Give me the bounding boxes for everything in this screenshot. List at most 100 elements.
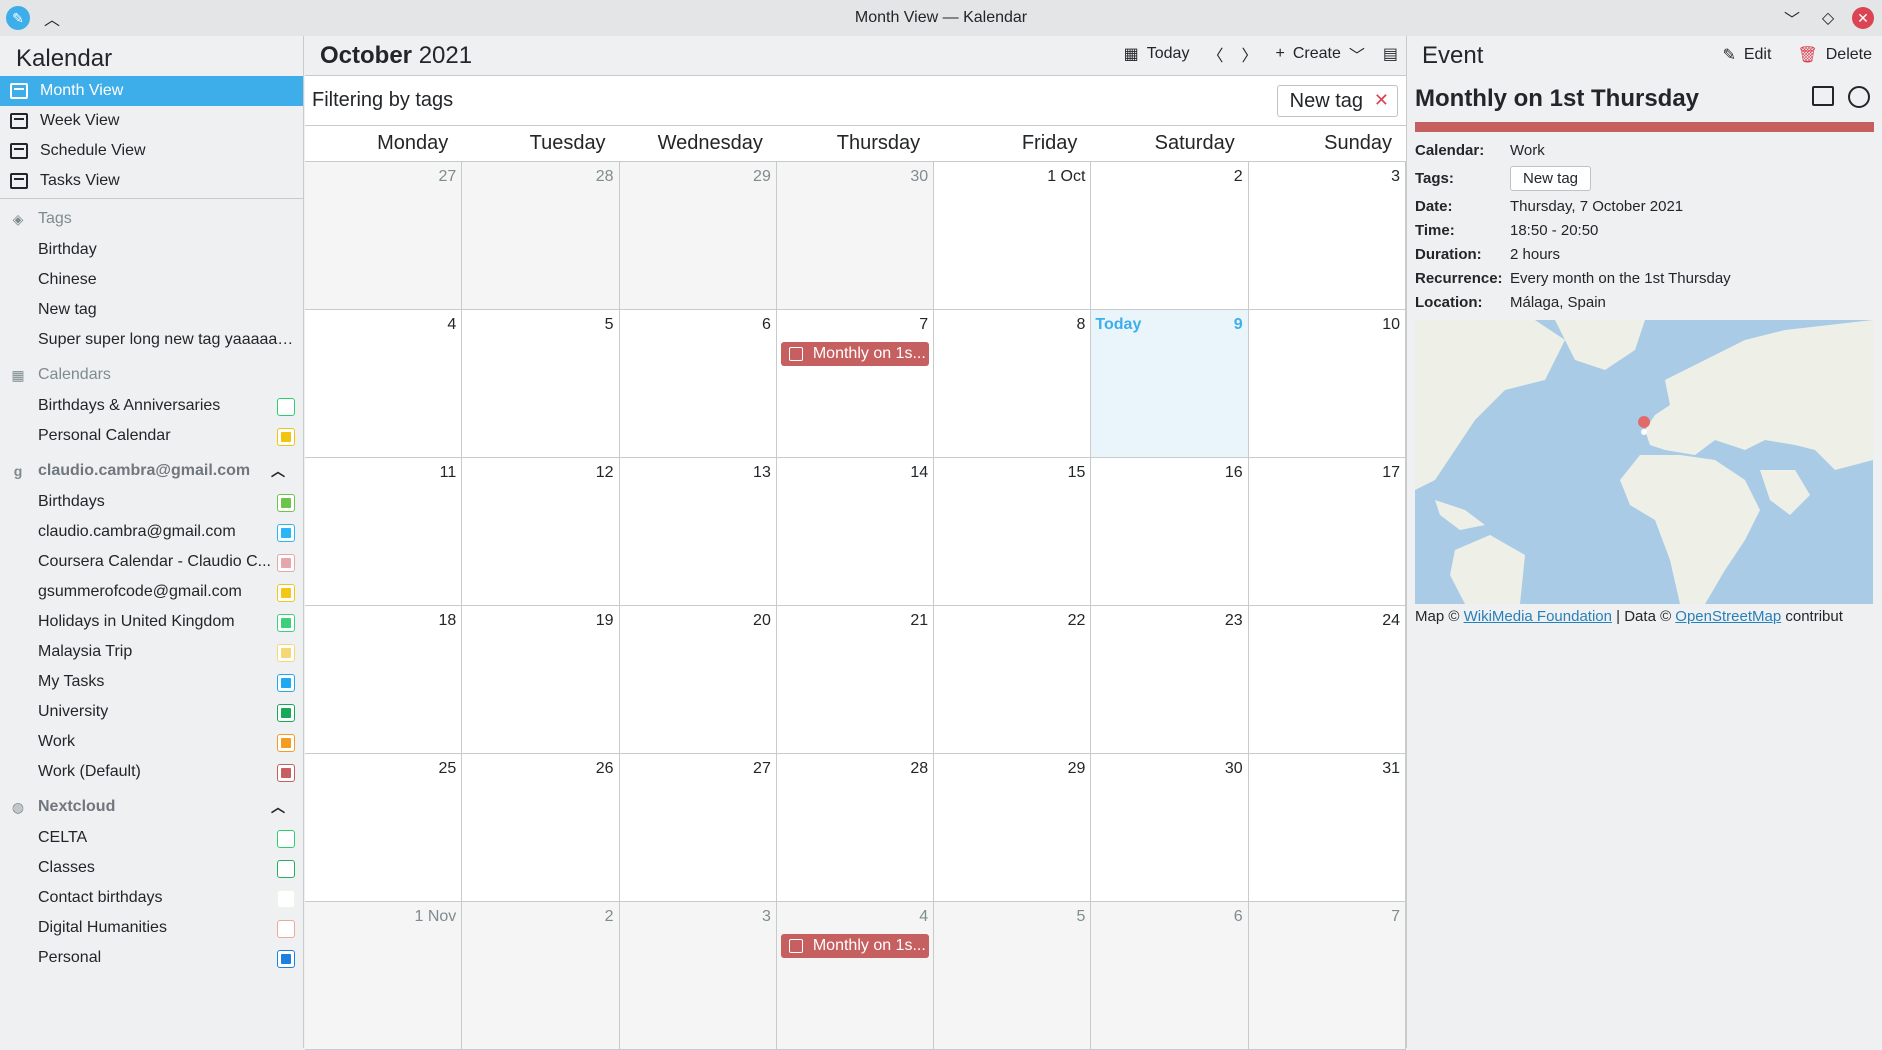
calendar-checkbox[interactable] [277,494,295,512]
day-cell[interactable]: 12 [462,458,620,606]
day-cell[interactable]: 2 [462,902,620,1050]
day-cell[interactable]: 29 [934,754,1092,902]
calendar-checkbox[interactable] [277,428,295,446]
day-cell[interactable]: 23 [1091,606,1249,754]
day-cell[interactable]: 6 [1091,902,1249,1050]
calendar-item[interactable]: Holidays in United Kingdom [0,607,303,637]
event-tag[interactable]: New tag [1510,165,1592,191]
google-section-header[interactable]: g claudio.cambra@gmail.com ︿ [0,455,303,487]
create-button[interactable]: + Create ﹀ [1275,42,1364,66]
calendar-item[interactable]: Work (Default) [0,757,303,787]
day-cell[interactable]: 7 Monthly on 1s... [776,310,935,458]
day-cell[interactable]: 4 Monthly on 1s... [776,902,935,1050]
day-cell[interactable]: 26 [462,754,620,902]
app-icon[interactable]: ✎ [6,6,30,30]
day-cell[interactable]: 5 [462,310,620,458]
collapse-icon[interactable]: ︿ [271,461,285,481]
calendar-item[interactable]: Work [0,727,303,757]
calendar-checkbox[interactable] [277,764,295,782]
calendar-item[interactable]: Digital Humanities [0,913,303,943]
day-cell[interactable]: 30 [776,162,935,310]
tag-item[interactable]: Chinese [0,265,303,295]
day-cell[interactable]: 31 [1248,754,1406,902]
calendar-checkbox[interactable] [277,614,295,632]
day-cell[interactable]: 13 [619,458,777,606]
calendar-item[interactable]: Birthdays & Anniversaries [0,391,303,421]
calendar-checkbox[interactable] [277,524,295,542]
tag-item[interactable]: Birthday [0,235,303,265]
maximize-icon[interactable]: ◇ [1816,6,1840,30]
day-cell[interactable]: 4 [305,310,463,458]
tag-item[interactable]: New tag [0,295,303,325]
chevron-down-icon[interactable]: ﹀ [1349,42,1365,66]
day-cell[interactable]: Today 9 [1091,310,1249,458]
edit-button[interactable]: ✎ Edit [1722,45,1771,65]
calendar-item[interactable]: claudio.cambra@gmail.com [0,517,303,547]
view-item-week-view[interactable]: Week View [0,106,303,136]
calendar-checkbox[interactable] [277,860,295,878]
view-item-month-view[interactable]: Month View [0,76,303,106]
day-cell[interactable]: 3 [1248,162,1406,310]
calendar-checkbox[interactable] [277,644,295,662]
calendar-checkbox[interactable] [277,674,295,692]
calendar-item[interactable]: CELTA [0,823,303,853]
day-cell[interactable]: 16 [1091,458,1249,606]
day-cell[interactable]: 20 [619,606,777,754]
event-chip[interactable]: Monthly on 1s... [780,934,930,958]
calendar-checkbox[interactable] [277,950,295,968]
day-cell[interactable]: 21 [776,606,935,754]
day-cell[interactable]: 28 [776,754,935,902]
calendar-item[interactable]: Coursera Calendar - Claudio C... [0,547,303,577]
day-cell[interactable]: 1 Oct [934,162,1092,310]
day-cell[interactable]: 3 [619,902,777,1050]
calendar-item[interactable]: Personal Calendar [0,421,303,451]
sidebar-toggle-icon[interactable]: ▤ [1383,44,1398,64]
day-cell[interactable]: 27 [619,754,777,902]
previous-month-icon[interactable]: 〈 [1207,42,1223,66]
location-map[interactable] [1415,320,1873,604]
day-cell[interactable]: 24 [1248,606,1406,754]
calendar-item[interactable]: Malaysia Trip [0,637,303,667]
nextcloud-section-header[interactable]: ◍ Nextcloud ︿ [0,791,303,823]
calendar-checkbox[interactable] [277,554,295,572]
calendar-item[interactable]: gsummerofcode@gmail.com [0,577,303,607]
calendar-checkbox[interactable] [277,734,295,752]
day-cell[interactable]: 17 [1248,458,1406,606]
calendar-checkbox[interactable] [277,920,295,938]
today-button[interactable]: ▦ Today [1124,44,1190,64]
day-cell[interactable]: 7 [1248,902,1406,1050]
keep-above-icon[interactable]: ︿ [40,6,64,30]
filter-tag-chip[interactable]: New tag ✕ [1276,85,1398,117]
calendar-item[interactable]: Birthdays [0,487,303,517]
day-cell[interactable]: 8 [934,310,1092,458]
day-cell[interactable]: 14 [776,458,935,606]
day-cell[interactable]: 1 Nov [305,902,463,1050]
tag-item[interactable]: Super super long new tag yaaaaaa... [0,325,303,355]
day-cell[interactable]: 22 [934,606,1092,754]
day-cell[interactable]: 15 [934,458,1092,606]
day-cell[interactable]: 10 [1248,310,1406,458]
day-cell[interactable]: 30 [1091,754,1249,902]
day-cell[interactable]: 29 [619,162,777,310]
calendar-checkbox[interactable] [277,830,295,848]
calendar-checkbox[interactable] [277,890,295,908]
calendar-checkbox[interactable] [277,584,295,602]
delete-button[interactable]: 🗑 Delete [1797,45,1872,65]
calendar-item[interactable]: My Tasks [0,667,303,697]
event-chip[interactable]: Monthly on 1s... [780,342,930,366]
view-item-tasks-view[interactable]: Tasks View [0,166,303,196]
calendar-checkbox[interactable] [277,704,295,722]
day-cell[interactable]: 5 [934,902,1092,1050]
calendar-checkbox[interactable] [277,398,295,416]
calendar-item[interactable]: Classes [0,853,303,883]
day-cell[interactable]: 25 [305,754,463,902]
next-month-icon[interactable]: 〉 [1241,42,1257,66]
collapse-icon[interactable]: ︿ [271,797,285,817]
day-cell[interactable]: 19 [462,606,620,754]
wikimedia-link[interactable]: WikiMedia Foundation [1464,608,1612,625]
view-item-schedule-view[interactable]: Schedule View [0,136,303,166]
remove-tag-icon[interactable]: ✕ [1374,90,1389,111]
day-cell[interactable]: 18 [305,606,463,754]
day-cell[interactable]: 28 [462,162,620,310]
day-cell[interactable]: 27 [305,162,463,310]
